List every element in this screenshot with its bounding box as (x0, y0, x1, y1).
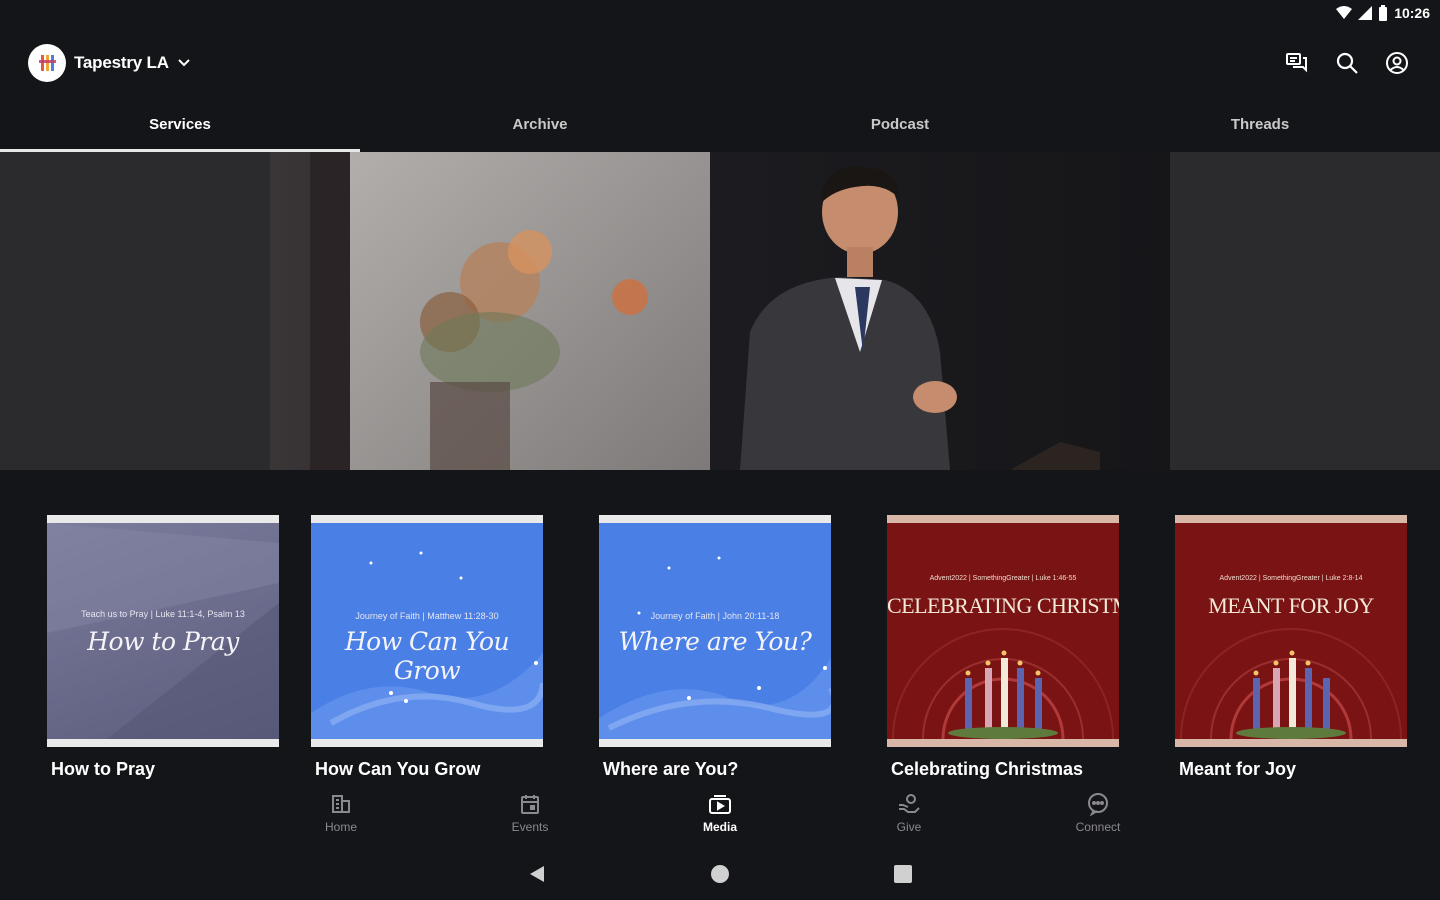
org-switcher[interactable]: Tapestry LA (28, 44, 191, 82)
card-title: Celebrating Christmas (891, 759, 1084, 779)
status-bar: 10:26 (0, 0, 1440, 28)
thumb-title: MEANT FOR JOY (1208, 593, 1374, 618)
nav-give[interactable]: Give (869, 790, 949, 834)
messages-icon[interactable] (1284, 50, 1310, 76)
nav-home-label: Home (324, 820, 357, 834)
signal-icon (1358, 6, 1373, 20)
app-screen: 10:26 Tapestry LA Services Archive Podca… (0, 0, 1440, 900)
back-icon[interactable] (528, 864, 546, 889)
tab-archive[interactable]: Archive (360, 104, 720, 152)
bottom-navigation: Home Events Media Give Connect (0, 790, 1440, 842)
thumb-title: CELEBRATING CHRISTMAS (887, 593, 1119, 618)
top-actions (1284, 50, 1410, 76)
home-button-icon[interactable] (710, 864, 730, 889)
service-card[interactable]: Journey of Faith | Matthew 11:28-30 How … (311, 515, 543, 780)
org-logo (28, 44, 66, 82)
tab-services[interactable]: Services (0, 104, 360, 152)
card-title: Meant for Joy (1179, 759, 1297, 779)
status-time: 10:26 (1394, 5, 1430, 21)
service-card[interactable]: Journey of Faith | John 20:11-18 Where a… (599, 515, 831, 780)
hero-image[interactable] (270, 152, 1170, 470)
nav-connect-label: Connect (1075, 820, 1121, 834)
nav-give-label: Give (896, 820, 922, 834)
thumb-subtitle: Advent2022 | SomethingGreater | Luke 1:4… (929, 575, 1077, 582)
service-card[interactable]: Advent2022 | SomethingGreater | Luke 1:4… (887, 515, 1119, 780)
search-icon[interactable] (1334, 50, 1360, 76)
nav-media[interactable]: Media (680, 790, 760, 834)
card-title: How Can You Grow (315, 759, 481, 779)
nav-home[interactable]: Home (301, 790, 381, 834)
service-card[interactable]: Teach us to Pray | Luke 11:1-4, Psalm 13… (47, 515, 279, 780)
thumb-title: How to Pray (87, 627, 239, 656)
app-bar: Tapestry LA (0, 40, 1440, 88)
give-icon (869, 790, 949, 818)
nav-events-label: Events (511, 820, 549, 834)
thumb-subtitle: Advent2022 | SomethingGreater | Luke 2:8… (1219, 575, 1363, 582)
thumb-subtitle: Journey of Faith | John 20:11-18 (650, 611, 780, 621)
thumb-subtitle: Journey of Faith | Matthew 11:28-30 (355, 611, 499, 621)
tab-threads[interactable]: Threads (1080, 104, 1440, 152)
card-title: Where are You? (603, 759, 739, 779)
nav-events[interactable]: Events (490, 790, 570, 834)
card-thumbnail: Journey of Faith | John 20:11-18 Where a… (599, 515, 831, 747)
thumb-title: Where are You? (618, 627, 812, 656)
recents-icon[interactable] (893, 864, 913, 889)
card-thumbnail: Teach us to Pray | Luke 11:1-4, Psalm 13… (47, 515, 279, 747)
chat-icon (1058, 790, 1138, 818)
org-name: Tapestry LA (74, 53, 169, 72)
wifi-icon (1336, 6, 1353, 19)
status-icons: 10:26 (1336, 5, 1430, 21)
media-icon (680, 790, 760, 818)
account-icon[interactable] (1384, 50, 1410, 76)
chevron-down-icon (178, 59, 190, 67)
card-thumbnail: Advent2022 | SomethingGreater | Luke 1:4… (887, 515, 1119, 747)
battery-icon (1379, 5, 1388, 21)
thumb-subtitle: Teach us to Pray | Luke 11:1-4, Psalm 13 (81, 609, 245, 619)
nav-connect[interactable]: Connect (1058, 790, 1138, 834)
media-tabs: Services Archive Podcast Threads (0, 104, 1440, 152)
home-icon (301, 790, 381, 818)
card-title: How to Pray (51, 759, 156, 779)
service-card[interactable]: Advent2022 | SomethingGreater | Luke 2:8… (1175, 515, 1407, 780)
nav-media-label: Media (702, 820, 737, 834)
hero-banner (0, 152, 1440, 470)
calendar-icon (490, 790, 570, 818)
thumb-title: How Can You Grow (344, 627, 510, 685)
tab-podcast[interactable]: Podcast (720, 104, 1080, 152)
card-thumbnail: Advent2022 | SomethingGreater | Luke 2:8… (1175, 515, 1407, 747)
card-thumbnail: Journey of Faith | Matthew 11:28-30 How … (311, 515, 543, 747)
system-navigation (0, 858, 1440, 890)
